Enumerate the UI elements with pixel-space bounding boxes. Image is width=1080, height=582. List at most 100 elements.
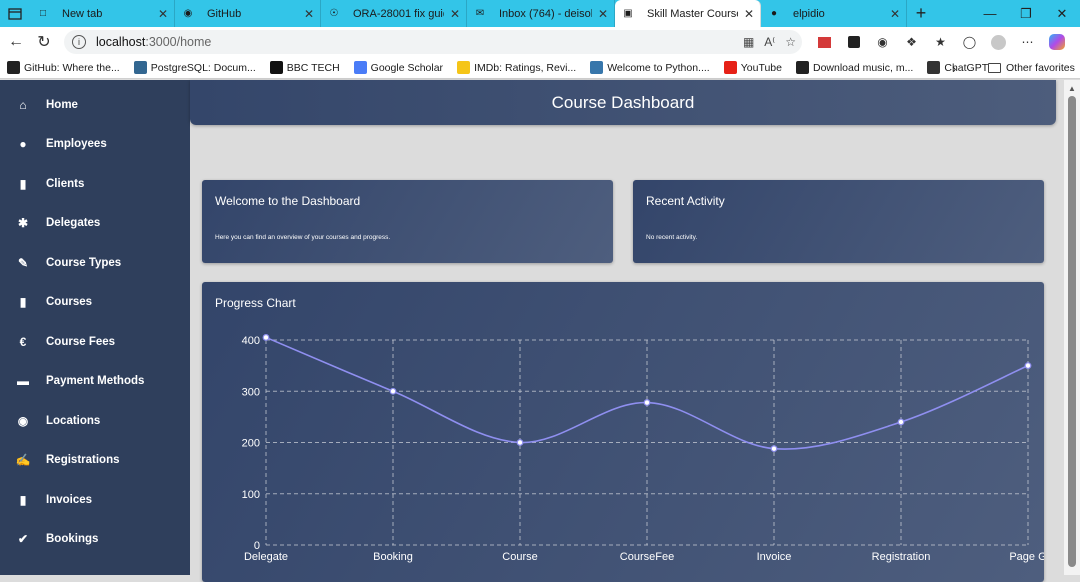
tab-close-icon[interactable]: ✕ <box>744 7 754 21</box>
minimize-icon[interactable]: — <box>972 0 1008 27</box>
sidebar-item-employees[interactable]: ● Employees <box>0 125 190 164</box>
mail-icon: ✉ <box>475 8 485 19</box>
url-input[interactable]: i localhost:3000/home ▦ A⁽ ☆ <box>64 30 802 54</box>
tab-close-icon[interactable]: ✕ <box>598 7 608 21</box>
x-tick-label: CourseFee <box>620 551 674 563</box>
tab-close-icon[interactable]: ✕ <box>158 7 168 21</box>
sidebar-item-home[interactable]: ⌂ Home <box>0 85 190 124</box>
tab-actions-icon[interactable] <box>0 0 30 27</box>
bookmarks-more-icon[interactable]: › <box>952 57 956 79</box>
bookmarks-bar: GitHub: Where the... PostgreSQL: Docum...… <box>0 57 1080 79</box>
home-icon: ⌂ <box>19 97 27 112</box>
page-scrollbar[interactable]: ▲ <box>1064 80 1080 575</box>
welcome-text: Here you can find an overview of your co… <box>215 234 391 241</box>
bookmark-item[interactable]: YouTube <box>717 61 789 74</box>
youtube-icon <box>723 61 737 74</box>
globe-icon: ◉ <box>17 413 29 428</box>
bookmark-item[interactable]: IMDb: Ratings, Revi... <box>450 61 583 74</box>
tab-title: Inbox (764) - deisolom <box>499 7 592 20</box>
read-aloud-icon[interactable]: A⁽ <box>764 35 775 49</box>
tab-4[interactable]: ▣ Skill Master Course Ma ✕ <box>615 0 761 27</box>
tab-title: New tab <box>62 7 103 20</box>
euro-icon: € <box>19 334 27 349</box>
extensions-icon[interactable]: ❖ <box>897 27 926 57</box>
tab-1[interactable]: ◉ GitHub ✕ <box>175 0 321 27</box>
bookmark-item[interactable]: BBC TECH <box>263 61 347 74</box>
sidebar-item-label: Courses <box>46 296 93 308</box>
sidebar-item-registrations[interactable]: ✍ Registrations <box>0 441 190 480</box>
sidebar-item-label: Clients <box>46 177 85 190</box>
sidebar-item-course-types[interactable]: ✎ Course Types <box>0 243 190 282</box>
favorites-icon[interactable]: ★ <box>926 27 955 57</box>
sidebar-item-course-fees[interactable]: € Course Fees <box>0 322 190 361</box>
sidebar-item-label: Registrations <box>46 454 120 466</box>
bookmark-label: BBC TECH <box>286 61 340 74</box>
x-tick-label: Registration <box>872 551 931 563</box>
window-controls: — ❐ ✕ <box>972 0 1080 27</box>
bookmark-label: YouTube <box>740 61 782 74</box>
shield-icon[interactable]: ◯ <box>955 27 984 57</box>
profile-avatar-icon[interactable] <box>984 27 1013 57</box>
data-point <box>643 399 651 406</box>
bookmark-item[interactable]: PostgreSQL: Docum... <box>127 61 263 74</box>
data-point <box>262 334 270 341</box>
sidebar-item-payment-methods[interactable]: ▬ Payment Methods <box>0 362 190 401</box>
chatgpt-icon <box>927 61 941 74</box>
github-icon: ◉ <box>183 8 193 19</box>
sidebar-item-label: Bookings <box>46 533 99 545</box>
extension-f-icon[interactable] <box>839 27 868 57</box>
page-title: Course Dashboard <box>551 92 695 112</box>
sidebar-item-invoices[interactable]: ▮ Invoices <box>0 480 190 519</box>
scroll-up-icon[interactable]: ▲ <box>1064 84 1080 94</box>
sidebar-item-locations[interactable]: ◉ Locations <box>0 401 190 440</box>
chart-card: Progress Chart 0 100 200 300 400 Delegate Book… <box>202 282 1044 582</box>
signature-icon: ✔ <box>17 532 29 546</box>
extension-red-icon[interactable] <box>810 27 839 57</box>
tab-2[interactable]: ☉ ORA-28001 fix guide ✕ <box>321 0 467 27</box>
tab-5[interactable]: ● elpidio ✕ <box>761 0 907 27</box>
sidebar-item-courses[interactable]: ▮ Courses <box>0 283 190 322</box>
tab-close-icon[interactable]: ✕ <box>890 7 900 21</box>
extension-grammarly-icon[interactable]: ◉ <box>868 27 897 57</box>
sidebar-item-bookings[interactable]: ✔ Bookings <box>0 520 190 559</box>
sidebar-item-label: Course Types <box>46 256 122 269</box>
favorite-star-icon[interactable]: ☆ <box>785 35 796 49</box>
sidebar-item-delegates[interactable]: ✱ Delegates <box>0 204 190 243</box>
card-icon: ▬ <box>17 374 29 388</box>
address-bar: ← ↻ i localhost:3000/home ▦ A⁽ ☆ ◉ ❖ ★ ◯… <box>0 27 1080 57</box>
tab-close-icon[interactable]: ✕ <box>450 7 460 21</box>
bookmark-item[interactable]: GitHub: Where the... <box>0 61 127 74</box>
bookmark-item[interactable]: ChatGPT <box>920 61 995 74</box>
bookmark-icon: ▮ <box>19 176 27 191</box>
y-tick-label: 200 <box>242 438 260 450</box>
site-info-icon[interactable]: i <box>72 35 86 49</box>
tab-strip: □ New tab ✕ ◉ GitHub ✕ ☉ ORA-28001 fix guide ✕ ✉ I… <box>0 0 1080 27</box>
x-tick-label: Invoice <box>757 551 792 563</box>
x-tick-label: Booking <box>373 551 413 563</box>
maximize-icon[interactable]: ❐ <box>1008 0 1044 27</box>
bookmark-label: GitHub: Where the... <box>24 61 120 74</box>
other-favorites[interactable]: Other favorites <box>988 57 1075 79</box>
app-available-icon[interactable]: ▦ <box>743 35 754 49</box>
close-window-icon[interactable]: ✕ <box>1044 0 1080 27</box>
tab-3[interactable]: ✉ Inbox (764) - deisolom ✕ <box>467 0 615 27</box>
bookmark-label: Welcome to Python.... <box>607 61 710 74</box>
more-menu-icon[interactable]: ⋯ <box>1013 27 1042 57</box>
welcome-card: Welcome to the Dashboard Here you can fi… <box>202 180 613 263</box>
copilot-icon[interactable] <box>1042 27 1071 57</box>
tab-close-icon[interactable]: ✕ <box>304 7 314 21</box>
data-point <box>389 387 397 395</box>
page-header: Course Dashboard <box>190 80 1056 125</box>
bookmark-item[interactable]: Download music, m... <box>789 61 920 74</box>
data-point <box>516 439 524 446</box>
sidebar-item-clients[interactable]: ▮ Clients <box>0 164 190 203</box>
url-host: localhost <box>96 35 146 49</box>
tab-0[interactable]: □ New tab ✕ <box>30 0 175 27</box>
scroll-thumb[interactable] <box>1068 96 1076 567</box>
back-icon[interactable]: ← <box>2 27 30 57</box>
bookmark-item[interactable]: Welcome to Python.... <box>583 61 717 74</box>
reload-icon[interactable]: ↻ <box>30 27 58 57</box>
sidebar: ⌂ Home ● Employees ▮ Clients ✱ Delegates ✎ Course… <box>0 80 190 575</box>
new-tab-button[interactable]: + <box>907 0 935 27</box>
bookmark-item[interactable]: Google Scholar <box>347 61 450 74</box>
